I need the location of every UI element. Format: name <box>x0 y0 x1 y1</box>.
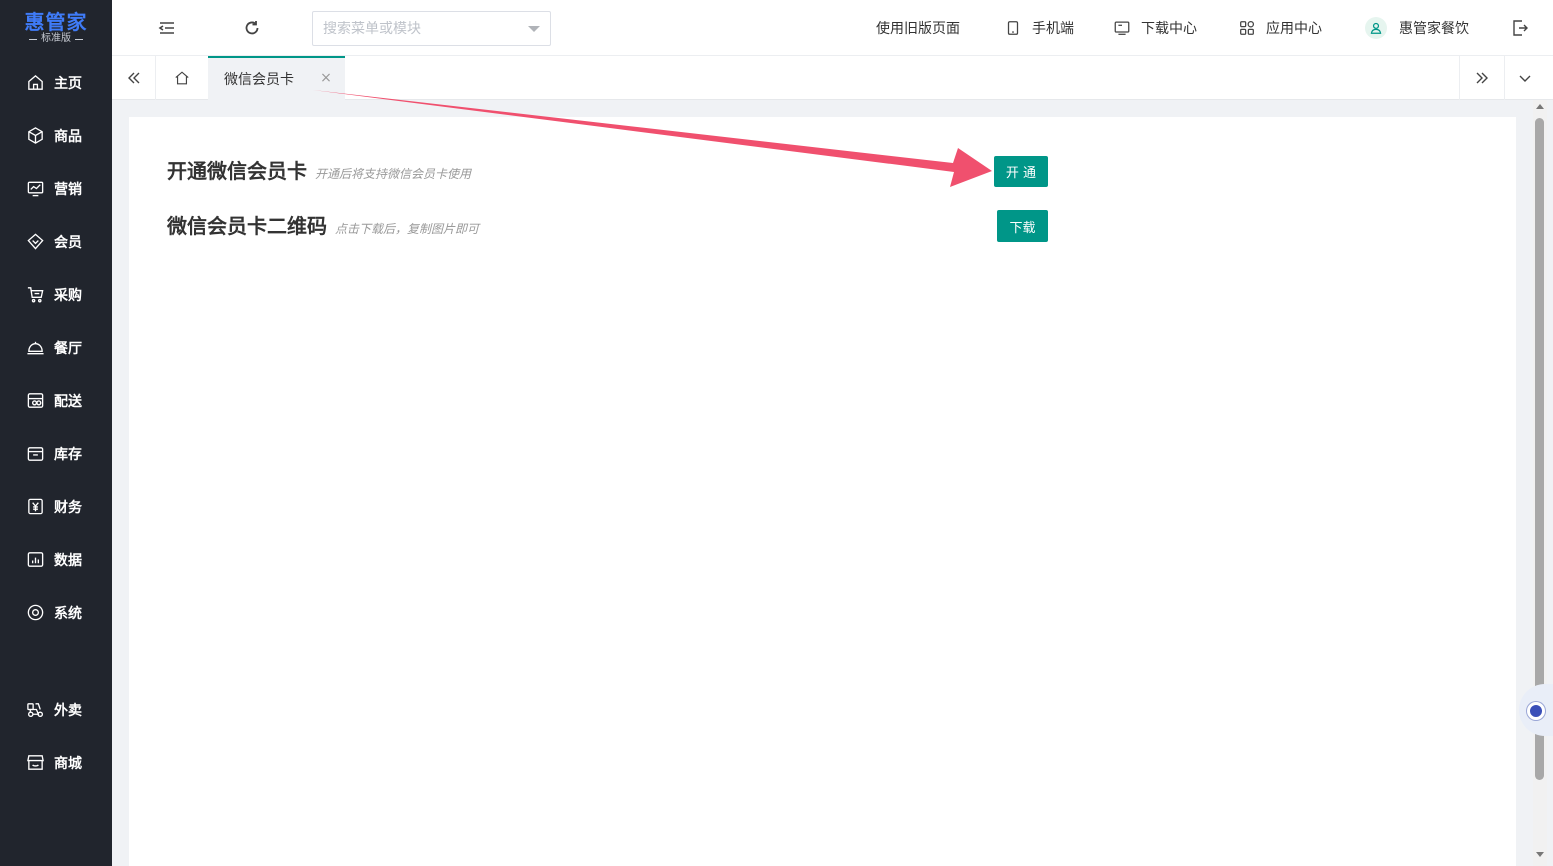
box-icon <box>28 127 43 144</box>
double-chevron-left-icon <box>127 72 139 84</box>
user-menu[interactable]: 惠管家餐饮 <box>1365 0 1469 56</box>
cloche-icon <box>27 341 44 355</box>
download-center-link[interactable]: 下载中心 <box>1113 0 1197 56</box>
tabs-scroll-left-button[interactable] <box>112 56 155 100</box>
monitor-icon <box>1114 21 1130 35</box>
close-icon[interactable]: × <box>319 71 333 85</box>
sidebar-item-purchase[interactable]: 采购 <box>0 268 112 321</box>
cart-icon <box>27 287 44 303</box>
scroll-up-arrow-icon[interactable] <box>1536 104 1544 109</box>
chevron-down-icon[interactable] <box>528 26 540 32</box>
sidebar-item-delivery[interactable]: 配送 <box>0 374 112 427</box>
sidebar-item-label: 主页 <box>54 75 82 92</box>
assistant-icon <box>1527 702 1545 720</box>
brand-edition: 标准版 <box>41 33 71 44</box>
sidebar-item-takeaway[interactable]: 外卖 <box>0 683 112 736</box>
user-name: 惠管家餐饮 <box>1399 21 1469 37</box>
chart-icon <box>27 181 44 197</box>
tab-options-dropdown[interactable] <box>1505 56 1545 100</box>
assistant-float-button[interactable] <box>1519 684 1553 736</box>
download-button[interactable]: 下载 <box>997 210 1048 242</box>
avatar <box>1365 17 1387 39</box>
sidebar-item-finance[interactable]: 财务 <box>0 480 112 533</box>
sidebar-item-label: 财务 <box>54 499 82 516</box>
sidebar-item-label: 商城 <box>54 755 82 772</box>
logout-icon[interactable] <box>1510 18 1530 38</box>
sidebar: 惠管家 标准版 主页 商品 营销 会员 采购 餐厅 配送 库存 财务 数据 系统… <box>0 0 112 866</box>
search-input[interactable] <box>323 20 513 37</box>
tab-wechat-member-card[interactable]: 微信会员卡 × <box>208 56 345 100</box>
sidebar-item-label: 外卖 <box>54 702 82 719</box>
chevron-down-icon <box>1519 75 1531 82</box>
sidebar-item-label: 配送 <box>54 393 82 410</box>
sidebar-item-label: 采购 <box>54 287 82 304</box>
home-tab[interactable] <box>156 56 208 100</box>
sidebar-item-data[interactable]: 数据 <box>0 533 112 586</box>
content-card: 开通微信会员卡 开通后将支持微信会员卡使用 开 通 微信会员卡二维码 点击下载后… <box>129 117 1516 866</box>
qr-code-row: 微信会员卡二维码 点击下载后，复制图片即可 <box>167 210 479 239</box>
delivery-icon <box>27 393 44 408</box>
open-card-title: 开通微信会员卡 <box>167 159 307 183</box>
sidebar-item-home[interactable]: 主页 <box>0 56 112 109</box>
user-icon <box>1370 22 1382 34</box>
sidebar-item-marketing[interactable]: 营销 <box>0 162 112 215</box>
tab-bar: 微信会员卡 × <box>112 56 1553 100</box>
tab-label: 微信会员卡 <box>224 72 294 88</box>
mobile-icon <box>1007 21 1019 35</box>
sidebar-item-label: 会员 <box>54 234 82 251</box>
app-center-link[interactable]: 应用中心 <box>1238 0 1322 56</box>
settings-icon <box>27 604 44 621</box>
sidebar-item-products[interactable]: 商品 <box>0 109 112 162</box>
top-header: 使用旧版页面 手机端 下载中心 应用中心 惠管家餐饮 <box>112 0 1553 56</box>
sidebar-item-label: 库存 <box>54 446 82 463</box>
data-icon <box>27 552 44 567</box>
mobile-link[interactable]: 手机端 <box>1004 0 1074 56</box>
store-icon <box>27 755 44 770</box>
yen-icon <box>28 498 43 515</box>
home-icon <box>175 71 189 85</box>
sidebar-nav: 主页 商品 营销 会员 采购 餐厅 配送 库存 财务 数据 系统 外卖 商城 <box>0 56 112 789</box>
old-version-link[interactable]: 使用旧版页面 <box>876 0 960 56</box>
home-icon <box>28 74 43 90</box>
sidebar-item-label: 商品 <box>54 128 82 145</box>
sidebar-item-restaurant[interactable]: 餐厅 <box>0 321 112 374</box>
brand-name: 惠管家 <box>24 10 88 34</box>
double-chevron-right-icon <box>1476 72 1488 84</box>
menu-collapse-icon[interactable] <box>157 18 177 38</box>
scrollbar-thumb[interactable] <box>1535 118 1544 780</box>
sidebar-item-label: 营销 <box>54 181 82 198</box>
takeaway-icon <box>27 703 44 718</box>
sidebar-item-inventory[interactable]: 库存 <box>0 427 112 480</box>
diamond-icon <box>27 233 44 250</box>
sidebar-item-store[interactable]: 商城 <box>0 736 112 789</box>
refresh-icon[interactable] <box>242 18 262 38</box>
sidebar-item-label: 数据 <box>54 552 82 569</box>
open-card-hint: 开通后将支持微信会员卡使用 <box>315 167 472 181</box>
qr-code-title: 微信会员卡二维码 <box>167 214 327 238</box>
inventory-icon <box>27 447 44 461</box>
sidebar-item-members[interactable]: 会员 <box>0 215 112 268</box>
menu-search[interactable] <box>312 11 551 46</box>
open-card-row: 开通微信会员卡 开通后将支持微信会员卡使用 <box>167 155 471 184</box>
sidebar-item-label: 餐厅 <box>54 340 82 357</box>
open-button[interactable]: 开 通 <box>994 156 1048 187</box>
tabs-scroll-right-button[interactable] <box>1460 56 1504 100</box>
sidebar-item-label: 系统 <box>54 605 82 622</box>
qr-code-hint: 点击下载后，复制图片即可 <box>335 222 480 236</box>
scroll-down-arrow-icon[interactable] <box>1536 852 1544 857</box>
brand-logo[interactable]: 惠管家 标准版 <box>0 0 112 56</box>
sidebar-item-system[interactable]: 系统 <box>0 586 112 639</box>
apps-icon <box>1240 20 1255 35</box>
